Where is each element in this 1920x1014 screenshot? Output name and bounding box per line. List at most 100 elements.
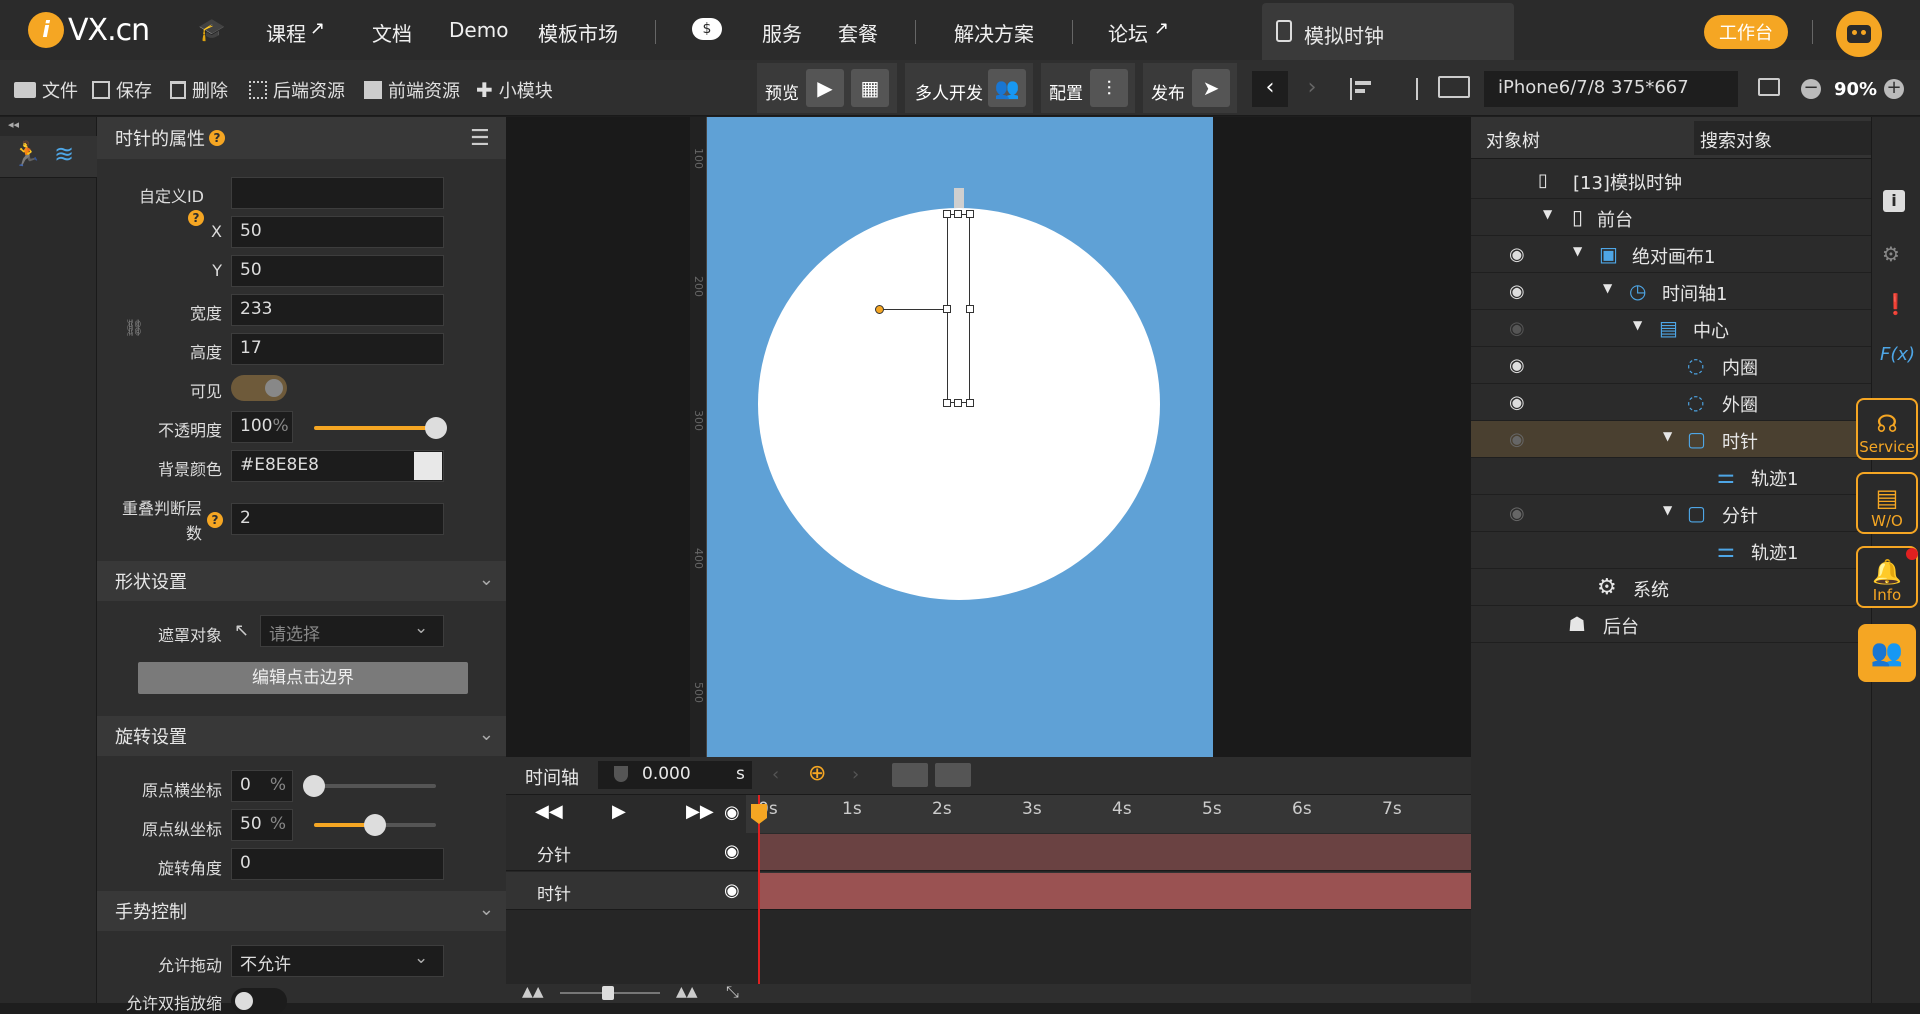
next-key-icon[interactable]: › — [852, 764, 859, 785]
align-left-icon[interactable] — [1350, 78, 1374, 100]
resize-handle[interactable] — [966, 305, 974, 313]
edit-click-bounds-button[interactable]: 编辑点击边界 — [138, 662, 468, 694]
resize-handle[interactable] — [943, 305, 951, 313]
active-project-tab[interactable] — [1262, 3, 1514, 60]
resize-handle[interactable] — [966, 399, 974, 407]
visible-toggle[interactable] — [231, 375, 287, 401]
rotate-section-header[interactable]: 旋转设置 ⌄ — [97, 716, 506, 756]
x-input[interactable]: 50 — [231, 216, 444, 248]
nav-course[interactable]: 课程 — [266, 18, 306, 47]
config-button[interactable]: ⫶ — [1090, 69, 1128, 107]
monitor-icon[interactable] — [1438, 76, 1470, 98]
eye-icon[interactable]: ◉ — [724, 802, 740, 823]
nav-plans[interactable]: 套餐 — [838, 18, 878, 47]
nav-docs[interactable]: 文档 — [372, 18, 412, 47]
drag-select[interactable]: 不允许 — [231, 945, 444, 977]
running-icon[interactable]: 🏃 — [12, 140, 42, 168]
zoom-out-icon[interactable]: − — [1801, 79, 1821, 99]
fit-icon[interactable]: ⤡ — [726, 982, 739, 1002]
file-menu[interactable]: 文件 — [14, 77, 78, 103]
play-icon[interactable]: ▶ — [612, 801, 626, 822]
timeline-zoom-handle[interactable] — [602, 986, 614, 1000]
service-button[interactable]: ☊ Service — [1856, 398, 1918, 460]
help-icon[interactable]: ? — [209, 130, 225, 146]
tab-object-tree[interactable]: 对象树 — [1486, 127, 1540, 153]
tree-node[interactable]: ◉ ◌ 内圈 — [1471, 347, 1871, 384]
opacity-input[interactable]: 100% — [231, 411, 293, 443]
work-order-button[interactable]: ▤ W/O — [1856, 472, 1918, 534]
origin-y-input[interactable]: 50% — [231, 809, 293, 841]
rotation-handle[interactable] — [875, 305, 884, 314]
nav-solutions[interactable]: 解决方案 — [954, 18, 1034, 47]
save-button[interactable]: 保存 — [92, 77, 152, 103]
tree-node[interactable]: ☗ 后台 — [1471, 606, 1871, 643]
logo[interactable]: i VX.cn — [28, 12, 150, 48]
robot-avatar-icon[interactable] — [1836, 11, 1882, 57]
zoom-in-icon[interactable]: + — [1884, 79, 1904, 99]
overlap-input[interactable]: 2 — [231, 503, 444, 535]
custom-id-input[interactable] — [231, 177, 444, 209]
track-bar[interactable] — [760, 834, 1471, 870]
tree-node[interactable]: ◉ ▼ ▣ 绝对画布1 — [1471, 236, 1871, 273]
link-icon[interactable]: ⛓ — [124, 318, 144, 337]
time-input[interactable]: 0.000 s — [598, 761, 752, 789]
tree-node[interactable]: ⚌ 轨迹1 — [1471, 458, 1871, 495]
tree-node[interactable]: ◉ ▼ ▤ 中心 — [1471, 310, 1871, 347]
help-icon[interactable]: ? — [207, 512, 223, 528]
resize-handle[interactable] — [954, 399, 962, 407]
width-input[interactable]: 233 — [231, 294, 444, 326]
tree-node[interactable]: ◉ ▼ ◷ 时间轴1 — [1471, 273, 1871, 310]
eye-icon[interactable]: ◉ — [724, 841, 740, 862]
nav-service[interactable]: 服务 — [762, 18, 802, 47]
nav-demo[interactable]: Demo — [449, 18, 508, 42]
shape-section-header[interactable]: 形状设置 ⌄ — [97, 561, 506, 601]
forward-button[interactable]: › — [1294, 71, 1330, 107]
minute-hand-tip[interactable] — [954, 188, 964, 208]
frontend-resources-button[interactable]: 前端资源 — [364, 77, 460, 103]
origin-x-input[interactable]: 0% — [231, 770, 293, 802]
playhead[interactable] — [758, 795, 760, 1003]
origin-x-slider[interactable] — [314, 784, 436, 788]
resize-handle[interactable] — [954, 210, 962, 218]
opacity-slider-handle[interactable] — [425, 417, 447, 439]
zoom-out-mountain-icon[interactable]: ▲▲ — [522, 984, 544, 1000]
collapse-icon[interactable]: ◂◂ — [8, 118, 19, 131]
track-bar[interactable] — [760, 873, 1471, 909]
motion-icon[interactable]: ≋ — [54, 140, 74, 168]
delete-button[interactable]: 删除 — [170, 77, 228, 103]
bg-color-input[interactable]: #E8E8E8 — [231, 450, 444, 482]
backend-resources-button[interactable]: 后端资源 — [249, 77, 345, 103]
workbench-button[interactable]: 工作台 — [1704, 15, 1788, 49]
opacity-slider-track[interactable] — [314, 426, 436, 430]
angle-input[interactable]: 0 — [231, 848, 444, 880]
publish-button[interactable]: ➤ — [1192, 69, 1230, 107]
function-icon[interactable]: F(x) — [1880, 344, 1915, 365]
menu-icon[interactable]: ☰ — [470, 126, 490, 151]
rewind-icon[interactable]: ◀◀ — [535, 801, 563, 822]
resize-handle[interactable] — [943, 399, 951, 407]
align-right-icon[interactable] — [1394, 78, 1418, 100]
eye-icon[interactable]: ◉ — [724, 880, 740, 901]
keyframe-icon[interactable] — [935, 763, 971, 787]
info-icon[interactable]: i — [1883, 190, 1905, 212]
nav-forum[interactable]: 论坛 — [1108, 18, 1148, 47]
color-swatch[interactable] — [414, 452, 442, 480]
fast-forward-icon[interactable]: ▶▶ — [686, 801, 714, 822]
play-preview-button[interactable]: ▶ — [806, 69, 844, 107]
tree-node[interactable]: ⚙ 系统 — [1471, 569, 1871, 606]
multi-dev-button[interactable]: 👥 — [988, 69, 1026, 107]
tree-node[interactable]: ▯ [13]模拟时钟 — [1471, 162, 1871, 199]
tree-node[interactable]: ▼ ▯ 前台 — [1471, 199, 1871, 236]
chat-bubble-icon[interactable]: ❗ — [1883, 292, 1908, 316]
keyframe-icon[interactable] — [892, 763, 928, 787]
prev-key-icon[interactable]: ‹ — [772, 764, 779, 785]
pinch-toggle[interactable] — [231, 988, 287, 1014]
gesture-section-header[interactable]: 手势控制 ⌄ — [97, 891, 506, 931]
team-icon[interactable]: 👥 — [1858, 624, 1916, 682]
y-input[interactable]: 50 — [231, 255, 444, 287]
back-button[interactable]: ‹ — [1252, 71, 1288, 107]
tree-node-selected[interactable]: ◉ ▼ ▢ 时针 — [1471, 421, 1871, 458]
resize-handle[interactable] — [943, 210, 951, 218]
device-select[interactable]: iPhone6/7/8 375*667 — [1484, 71, 1738, 107]
tree-node[interactable]: ◉ ◌ 外圈 — [1471, 384, 1871, 421]
